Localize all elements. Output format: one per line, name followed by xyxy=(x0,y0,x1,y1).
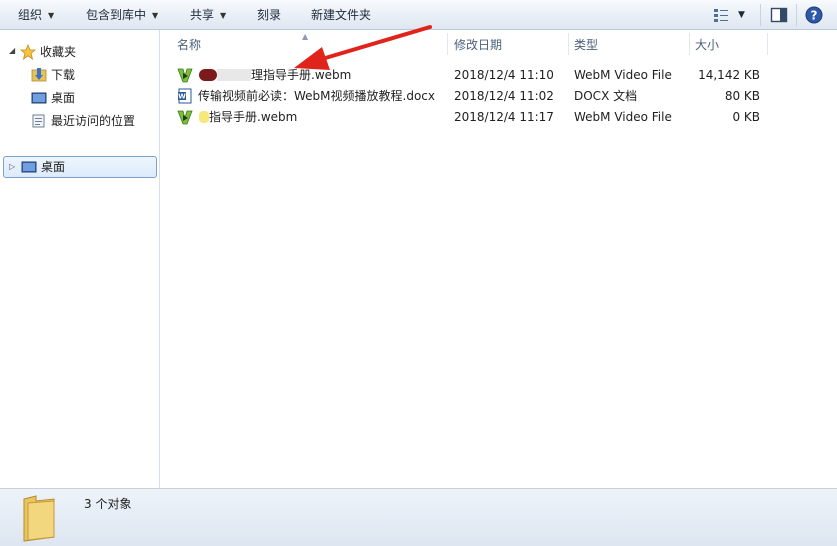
desktop-icon xyxy=(21,161,37,173)
nav-tree-desktop-label: 桌面 xyxy=(41,160,66,174)
file-row[interactable]: 理指导手册.webm 2018/12/4 11:10 WebM Video Fi… xyxy=(161,65,837,86)
file-type: DOCX 文档 xyxy=(574,89,638,103)
downloads-folder-icon xyxy=(31,68,47,82)
view-options-icon[interactable] xyxy=(713,6,731,24)
preview-pane-icon[interactable] xyxy=(770,6,788,24)
expand-triangle-icon[interactable]: ▷ xyxy=(9,162,15,171)
item-count: 3 个对象 xyxy=(84,497,132,511)
column-type-label: 类型 xyxy=(574,38,599,52)
recent-places-icon xyxy=(32,114,45,128)
column-header: ▲ 名称 修改日期 类型 大小 xyxy=(161,30,837,56)
svg-text:?: ? xyxy=(811,9,818,23)
help-icon[interactable]: ? xyxy=(805,6,823,24)
share-button[interactable]: 共享 ▼ xyxy=(190,0,226,30)
svg-text:W: W xyxy=(178,93,186,101)
new-folder-button[interactable]: 新建文件夹 xyxy=(311,0,371,30)
chevron-down-icon: ▼ xyxy=(220,11,227,20)
file-list: ▲ 名称 修改日期 类型 大小 理指导手册.webm 2018/12/4 11:… xyxy=(161,30,837,488)
organize-label: 组织 xyxy=(18,8,43,22)
chevron-down-icon: ▼ xyxy=(48,11,55,20)
nav-downloads-label: 下载 xyxy=(51,68,76,82)
command-bar: 组织 ▼ 包含到库中 ▼ 共享 ▼ 刻录 新建文件夹 ▼ ? xyxy=(0,0,837,30)
view-dropdown-chevron-icon[interactable]: ▼ xyxy=(738,0,745,30)
file-name: 理指导手册.webm xyxy=(251,68,352,82)
file-modified: 2018/12/4 11:02 xyxy=(454,89,554,103)
nav-recent-label: 最近访问的位置 xyxy=(51,114,136,128)
nav-desktop-label: 桌面 xyxy=(51,91,76,105)
toolbar-separator xyxy=(796,4,797,26)
column-modified-label: 修改日期 xyxy=(454,38,503,52)
burn-label: 刻录 xyxy=(257,8,282,22)
redacted-blur xyxy=(199,111,209,123)
desktop-icon xyxy=(31,92,47,104)
file-name: 指导手册.webm xyxy=(209,110,298,124)
column-modified[interactable]: 修改日期 xyxy=(438,30,568,56)
file-size: 14,142 KB xyxy=(698,68,760,82)
column-name-label: 名称 xyxy=(177,38,202,52)
star-icon xyxy=(20,44,36,60)
column-separator[interactable] xyxy=(767,33,768,55)
redacted-blur xyxy=(199,69,217,81)
new-folder-label: 新建文件夹 xyxy=(311,8,372,22)
details-pane: 3 个对象 xyxy=(0,488,837,546)
webm-file-icon xyxy=(177,68,193,83)
toolbar-separator xyxy=(760,4,761,26)
column-name[interactable]: 名称 xyxy=(161,30,447,56)
chevron-down-icon: ▼ xyxy=(152,11,159,20)
collapse-triangle-icon[interactable]: ◢ xyxy=(9,46,15,55)
word-document-icon: W xyxy=(178,88,192,104)
navigation-pane: ◢ 收藏夹 下载 桌面 最近访问的位置 ▷ 桌面 xyxy=(0,30,160,488)
include-library-button[interactable]: 包含到库中 ▼ xyxy=(86,0,158,30)
webm-file-icon xyxy=(177,110,193,125)
organize-button[interactable]: 组织 ▼ xyxy=(18,0,54,30)
redacted-blur xyxy=(217,69,251,81)
file-size: 80 KB xyxy=(724,89,760,103)
burn-button[interactable]: 刻录 xyxy=(257,0,281,30)
column-size-label: 大小 xyxy=(695,38,720,52)
nav-favorites-label: 收藏夹 xyxy=(40,45,77,59)
file-type: WebM Video File xyxy=(574,68,672,82)
share-label: 共享 xyxy=(190,8,215,22)
folder-icon xyxy=(23,495,55,542)
file-size: 0 KB xyxy=(732,110,760,124)
file-row[interactable]: 指导手册.webm 2018/12/4 11:17 WebM Video Fil… xyxy=(161,107,837,128)
file-type: WebM Video File xyxy=(574,110,672,124)
column-type[interactable]: 类型 xyxy=(558,30,688,56)
file-modified: 2018/12/4 11:17 xyxy=(454,110,554,124)
file-modified: 2018/12/4 11:10 xyxy=(454,68,554,82)
file-name: 传输视频前必读：WebM视频播放教程.docx xyxy=(198,89,435,103)
file-row[interactable]: W 传输视频前必读：WebM视频播放教程.docx 2018/12/4 11:0… xyxy=(161,86,837,107)
column-size[interactable]: 大小 xyxy=(679,30,769,56)
include-library-label: 包含到库中 xyxy=(86,8,147,22)
